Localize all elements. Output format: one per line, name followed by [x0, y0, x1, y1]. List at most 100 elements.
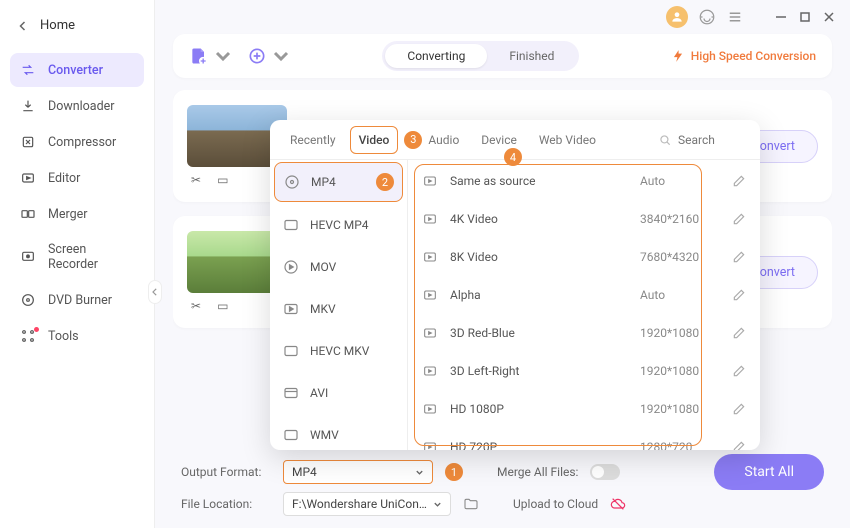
bottom-bar: Output Format: MP4 1 Merge All Files: St…	[173, 446, 832, 492]
popover-search[interactable]	[658, 133, 748, 147]
merge-toggle[interactable]	[590, 464, 620, 480]
sidebar-item-editor[interactable]: Editor	[10, 161, 144, 195]
cloud-off-icon[interactable]	[610, 496, 626, 512]
sidebar-label: Compressor	[48, 135, 116, 150]
seg-finished[interactable]: Finished	[487, 44, 576, 68]
add-file-button[interactable]	[189, 46, 233, 66]
sidebar-item-dvd-burner[interactable]: DVD Burner	[10, 283, 144, 317]
crop-icon[interactable]: ▭	[217, 173, 228, 187]
format-popover: Recently Video 3 Audio Device Web Video …	[270, 120, 760, 450]
tab-web-video[interactable]: Web Video	[531, 127, 604, 153]
add-folder-button[interactable]	[247, 46, 291, 66]
tab-recently[interactable]: Recently	[282, 127, 344, 153]
res-value: Auto	[640, 174, 720, 188]
res-name: 3D Left-Right	[450, 364, 628, 378]
res-4k[interactable]: 4K Video 3840*2160	[408, 200, 760, 238]
sidebar: Home Converter Downloader Compressor Edi…	[0, 0, 155, 528]
res-hd-720p[interactable]: HD 720P 1280*720	[408, 428, 760, 450]
high-speed-badge[interactable]: High Speed Conversion	[671, 49, 816, 63]
res-3d-left-right[interactable]: 3D Left-Right 1920*1080	[408, 352, 760, 390]
resolution-list: Same as source Auto 4K Video 3840*2160 8…	[408, 160, 760, 450]
trim-icon[interactable]: ✂	[191, 173, 201, 187]
res-value: 7680*4320	[640, 250, 720, 264]
edit-preset-icon[interactable]	[732, 364, 746, 378]
res-8k[interactable]: 8K Video 7680*4320	[408, 238, 760, 276]
edit-preset-icon[interactable]	[732, 440, 746, 450]
sidebar-item-downloader[interactable]: Downloader	[10, 89, 144, 123]
dvd-icon	[20, 292, 36, 308]
edit-preset-icon[interactable]	[732, 288, 746, 302]
preset-icon	[422, 173, 438, 189]
fmt-label: MP4	[311, 175, 336, 189]
sidebar-label: Downloader	[48, 99, 115, 114]
step-badge-1: 1	[445, 463, 463, 481]
res-name: 4K Video	[450, 212, 628, 226]
popover-tabs: Recently Video 3 Audio Device Web Video …	[270, 120, 760, 160]
fmt-avi[interactable]: AVI	[270, 372, 407, 414]
fmt-label: MKV	[310, 302, 336, 316]
edit-preset-icon[interactable]	[732, 250, 746, 264]
crop-icon[interactable]: ▭	[217, 299, 228, 313]
sidebar-item-screen-recorder[interactable]: Screen Recorder	[10, 233, 144, 281]
output-format-select[interactable]: MP4	[283, 460, 433, 484]
start-all-button[interactable]: Start All	[714, 454, 824, 490]
sidebar-label: Editor	[48, 171, 80, 186]
preset-icon	[422, 401, 438, 417]
res-same-as-source[interactable]: Same as source Auto	[408, 162, 760, 200]
preset-icon	[422, 211, 438, 227]
res-name: Same as source	[450, 174, 628, 188]
edit-preset-icon[interactable]	[732, 402, 746, 416]
output-format-label: Output Format:	[181, 465, 271, 479]
tab-video[interactable]: Video	[350, 126, 399, 154]
fmt-hevc-mp4[interactable]: HEVC MP4	[270, 204, 407, 246]
format-icon	[282, 216, 300, 234]
fmt-mov[interactable]: MOV	[270, 246, 407, 288]
chevron-down-icon	[415, 468, 424, 477]
tab-audio[interactable]: Audio	[420, 127, 467, 153]
file-location-select[interactable]: F:\Wondershare UniConverter 1	[283, 492, 451, 516]
edit-preset-icon[interactable]	[732, 174, 746, 188]
fmt-hevc-mkv[interactable]: HEVC MKV	[270, 330, 407, 372]
edit-preset-icon[interactable]	[732, 326, 746, 340]
res-3d-red-blue[interactable]: 3D Red-Blue 1920*1080	[408, 314, 760, 352]
seg-converting[interactable]: Converting	[385, 44, 487, 68]
sidebar-item-merger[interactable]: Merger	[10, 197, 144, 231]
res-name: Alpha	[450, 288, 628, 302]
sidebar-item-tools[interactable]: Tools	[10, 319, 144, 353]
sidebar-label: Screen Recorder	[48, 242, 134, 272]
format-icon	[282, 426, 300, 444]
fmt-mkv[interactable]: MKV	[270, 288, 407, 330]
sidebar-collapse[interactable]	[148, 280, 162, 304]
file-location-label: File Location:	[181, 497, 271, 511]
preset-icon	[422, 439, 438, 450]
file-location-value: F:\Wondershare UniConverter 1	[292, 497, 432, 511]
output-format-value: MP4	[292, 465, 317, 479]
res-value: 1920*1080	[640, 364, 720, 378]
open-folder-icon[interactable]	[463, 496, 479, 512]
sidebar-item-compressor[interactable]: Compressor	[10, 125, 144, 159]
sidebar-item-converter[interactable]: Converter	[10, 53, 144, 87]
sidebar-label: DVD Burner	[48, 293, 112, 308]
format-icon	[283, 173, 301, 191]
res-hd-1080p[interactable]: HD 1080P 1920*1080	[408, 390, 760, 428]
merger-icon	[20, 206, 36, 222]
trim-icon[interactable]: ✂	[191, 299, 201, 313]
toolbar: Converting Finished High Speed Conversio…	[173, 34, 832, 78]
converter-icon	[20, 62, 36, 78]
chevron-down-icon	[433, 500, 442, 509]
fmt-wmv[interactable]: WMV	[270, 414, 407, 450]
fmt-mp4[interactable]: MP4 2	[274, 162, 403, 202]
preset-icon	[422, 249, 438, 265]
search-input[interactable]	[678, 133, 748, 147]
format-icon	[282, 258, 300, 276]
res-alpha[interactable]: Alpha Auto	[408, 276, 760, 314]
editor-icon	[20, 170, 36, 186]
lightning-icon	[671, 49, 685, 63]
sidebar-label: Merger	[48, 207, 88, 222]
res-value: 1920*1080	[640, 326, 720, 340]
home-back[interactable]: Home	[0, 10, 154, 41]
fmt-label: MOV	[310, 260, 336, 274]
res-name: 8K Video	[450, 250, 628, 264]
edit-preset-icon[interactable]	[732, 212, 746, 226]
home-label: Home	[40, 18, 75, 33]
